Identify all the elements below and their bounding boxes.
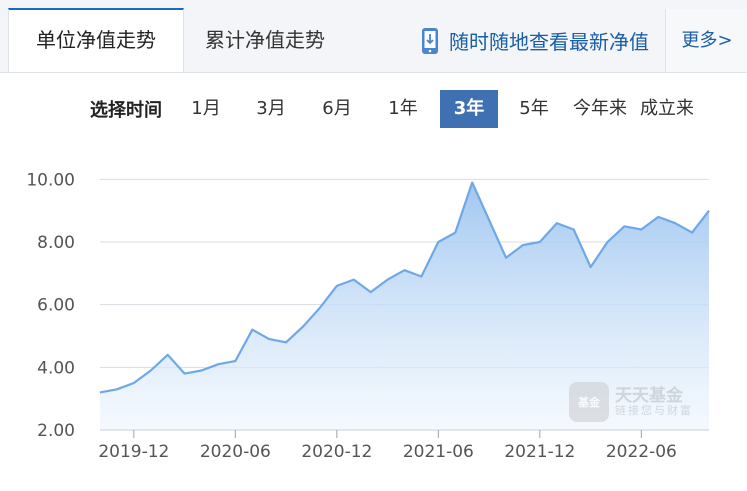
range-label: 选择时间 (90, 100, 162, 121)
phone-download-icon (422, 27, 438, 54)
promo-text: 随时随地查看最新净值 (449, 30, 649, 54)
nav-chart: 2.00 4.00 6.00 8.00 10.00 2019-12 2020-06 2020-… (26, 170, 710, 462)
watermark-logo: 基金 天天基金 链接您与财富 (569, 382, 693, 422)
range-ytd[interactable]: 今年来 (568, 90, 632, 128)
time-range-selector: 选择时间 1月 3月 6月 1年 3年 5年 今年来 成立来 (0, 90, 747, 128)
range-6m[interactable]: 6月 (317, 90, 357, 128)
watermark-sub: 链接您与财富 (615, 404, 693, 418)
x-tick-label: 2020-06 (200, 442, 271, 462)
tab-unit-nav[interactable]: 单位净值走势 (8, 8, 184, 72)
y-tick-label: 6.00 (37, 296, 75, 316)
x-tick-label: 2019-12 (98, 442, 169, 462)
range-3m[interactable]: 3月 (251, 90, 291, 128)
tab-cumulative-nav[interactable]: 累计净值走势 (205, 9, 325, 72)
y-tick-label: 8.00 (37, 233, 75, 253)
x-tick-label: 2020-12 (301, 442, 372, 462)
range-1m[interactable]: 1月 (186, 90, 226, 128)
y-tick-label: 2.00 (37, 421, 75, 441)
range-5y[interactable]: 5年 (514, 90, 554, 128)
range-since-inception[interactable]: 成立来 (635, 90, 699, 128)
more-link[interactable]: 更多> (665, 9, 747, 72)
y-tick-label: 4.00 (37, 358, 75, 378)
tab-bar: 单位净值走势 累计净值走势 随时随地查看最新净值 更多> (0, 0, 747, 73)
x-tick-label: 2021-12 (504, 442, 575, 462)
promo-link[interactable]: 随时随地查看最新净值 (421, 9, 649, 72)
range-3y[interactable]: 3年 (440, 90, 498, 128)
x-tick-label: 2022-06 (606, 442, 677, 462)
x-tick-label: 2021-06 (403, 442, 474, 462)
watermark-main: 天天基金 (615, 385, 683, 406)
y-tick-label: 10.00 (26, 170, 75, 190)
range-1y[interactable]: 1年 (383, 90, 423, 128)
watermark-badge: 基金 (569, 382, 609, 422)
